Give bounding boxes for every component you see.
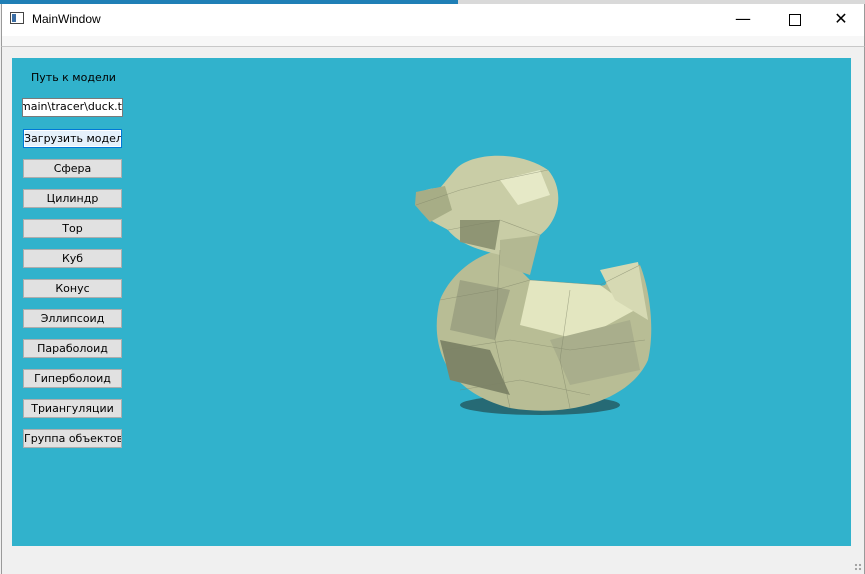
menu-bar: [1, 36, 865, 47]
sphere-button[interactable]: Сфера: [23, 159, 122, 178]
triangulation-button[interactable]: Триангуляции: [23, 399, 122, 418]
model-path-label: Путь к модели: [31, 71, 116, 84]
torus-button[interactable]: Тор: [23, 219, 122, 238]
cube-button[interactable]: Куб: [23, 249, 122, 268]
paraboloid-button[interactable]: Параболоид: [23, 339, 122, 358]
title-bar[interactable]: MainWindow — ✕: [1, 4, 865, 36]
object-group-button[interactable]: Группа объектов: [23, 429, 122, 448]
cone-button[interactable]: Конус: [23, 279, 122, 298]
window-title: MainWindow: [32, 12, 101, 26]
maximize-icon: [789, 14, 801, 26]
app-window-icon: [10, 12, 24, 24]
minimize-button[interactable]: —: [720, 4, 766, 36]
hyperboloid-button[interactable]: Гиперболоид: [23, 369, 122, 388]
close-button[interactable]: ✕: [818, 4, 864, 36]
ellipsoid-button[interactable]: Эллипсоид: [23, 309, 122, 328]
resize-grip-icon[interactable]: [854, 563, 862, 571]
model-path-input[interactable]: y-main\tracer\duck.t: [22, 98, 123, 117]
model-path-value: y-main\tracer\duck.t: [22, 100, 122, 113]
duck-model: [415, 155, 652, 415]
maximize-button[interactable]: [772, 4, 818, 36]
load-model-button[interactable]: Загрузить модель: [23, 129, 122, 148]
cylinder-button[interactable]: Цилиндр: [23, 189, 122, 208]
